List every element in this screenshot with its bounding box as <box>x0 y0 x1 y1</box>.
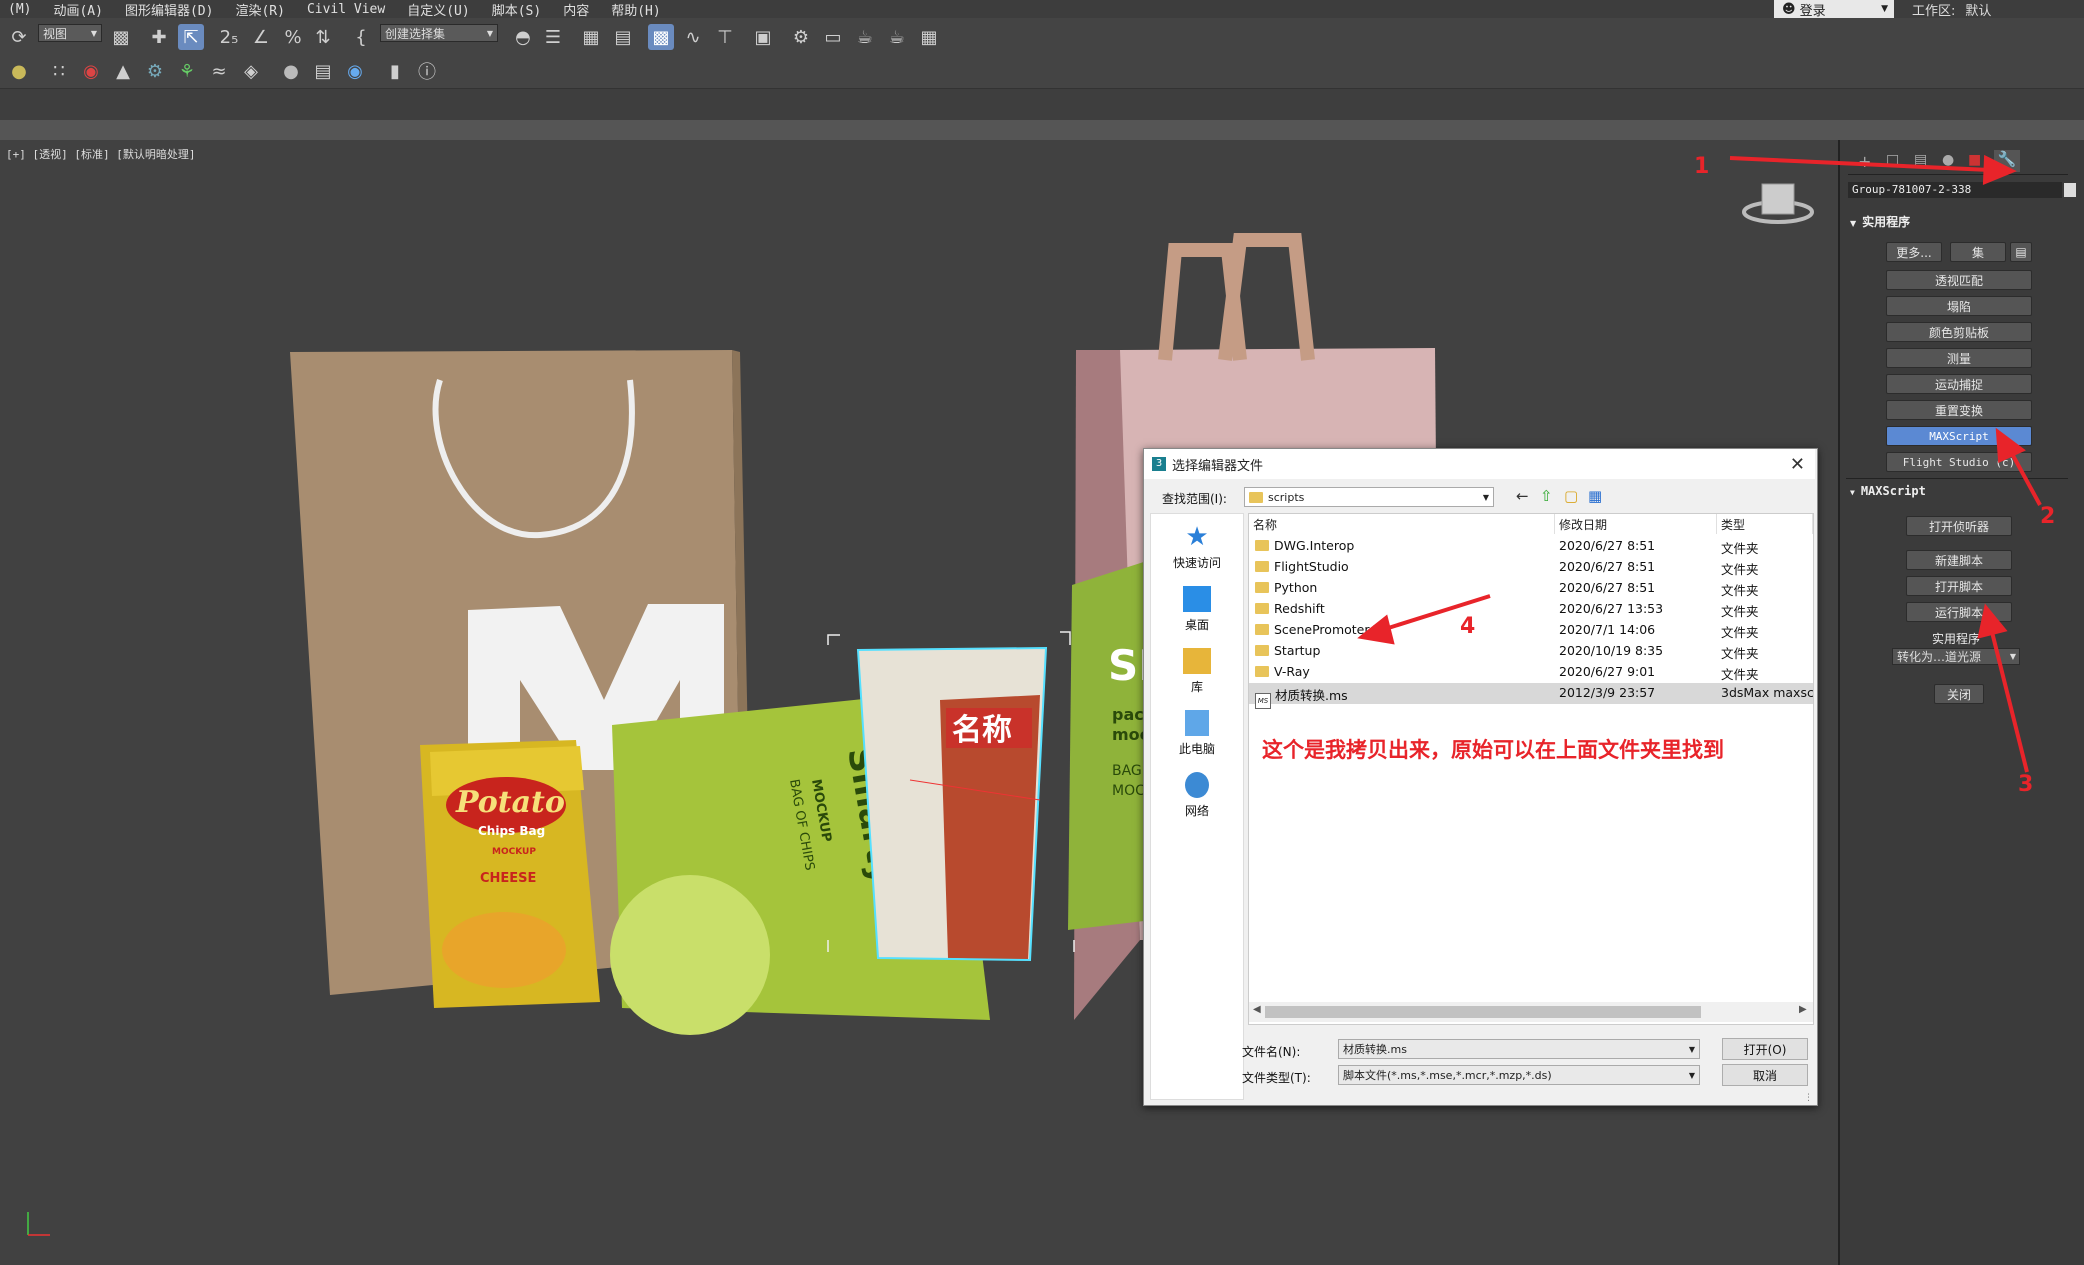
arrow-3-head <box>1977 603 2008 639</box>
annotation-layer <box>1357 154 2042 773</box>
annotation-number-2: 2 <box>2040 504 2056 529</box>
annotation-note: 这个是我拷贝出来，原始可以在上面文件夹里找到 <box>1262 738 1724 762</box>
arrow-2 <box>2008 449 2042 506</box>
arrow-2-head <box>1995 427 2026 464</box>
arrow-1-head <box>1982 154 2017 186</box>
annotation-number-4: 4 <box>1460 614 1476 639</box>
annotation-number-1: 1 <box>1694 154 1710 179</box>
arrow-1 <box>1729 156 1991 172</box>
arrow-3 <box>1990 631 2029 773</box>
arrow-4-head <box>1357 614 1395 645</box>
annotation-number-3: 3 <box>2018 772 2034 797</box>
